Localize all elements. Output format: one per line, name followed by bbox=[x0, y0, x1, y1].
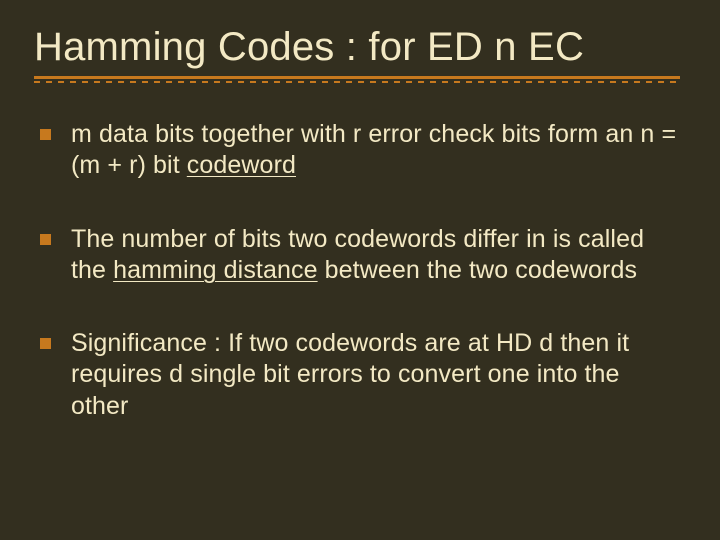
bullet-text: The number of bits two codewords differ … bbox=[71, 224, 680, 287]
square-bullet-icon bbox=[40, 234, 51, 245]
rule-solid bbox=[34, 76, 680, 79]
bullet-text: m data bits together with r error check … bbox=[71, 119, 680, 182]
title-underline bbox=[34, 76, 680, 83]
slide: Hamming Codes : for ED n EC m data bits … bbox=[0, 0, 720, 540]
slide-body: m data bits together with r error check … bbox=[34, 119, 680, 422]
bullet-text: Significance : If two codewords are at H… bbox=[71, 328, 680, 422]
bullet-list: m data bits together with r error check … bbox=[40, 119, 680, 422]
underlined-term: hamming distance bbox=[113, 256, 317, 284]
rule-dashed bbox=[34, 81, 680, 83]
list-item: Significance : If two codewords are at H… bbox=[40, 328, 680, 422]
list-item: m data bits together with r error check … bbox=[40, 119, 680, 182]
text-run: Significance : If two codewords are at H… bbox=[71, 329, 629, 420]
square-bullet-icon bbox=[40, 129, 51, 140]
list-item: The number of bits two codewords differ … bbox=[40, 224, 680, 287]
slide-title: Hamming Codes : for ED n EC bbox=[34, 24, 680, 70]
text-run: m data bits together with r error check … bbox=[71, 120, 676, 179]
text-run: between the two codewords bbox=[318, 256, 637, 284]
square-bullet-icon bbox=[40, 338, 51, 349]
underlined-term: codeword bbox=[187, 151, 296, 179]
